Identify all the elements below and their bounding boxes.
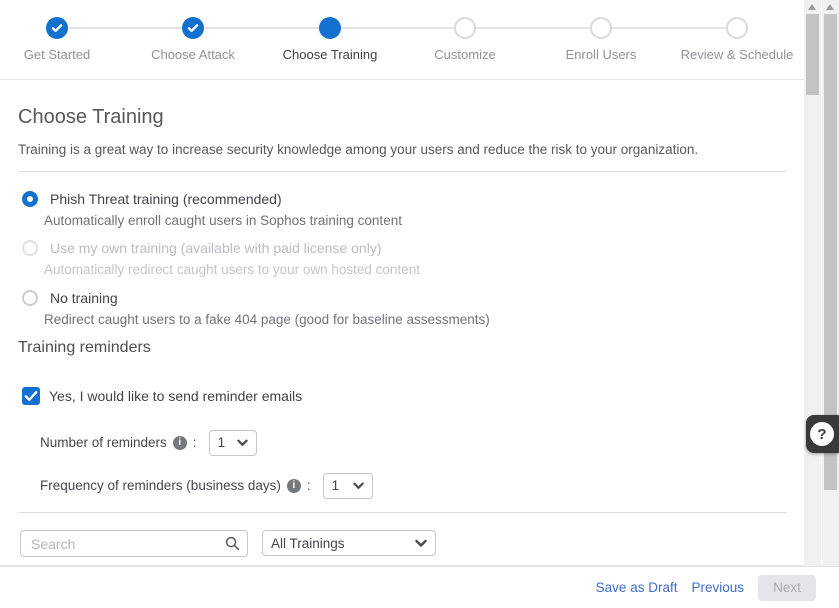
all-trainings-select[interactable]: All Trainings bbox=[262, 530, 436, 556]
step-pending-dot-icon bbox=[726, 17, 748, 39]
phish-threat-wizard: Get Started Choose Attack Choose Trainin… bbox=[0, 0, 839, 608]
help-button[interactable]: ? bbox=[806, 415, 839, 453]
scroll-up-arrow-icon[interactable] bbox=[808, 4, 816, 10]
frequency-of-reminders-label: Frequency of reminders (business days) bbox=[40, 478, 281, 493]
step-label: Customize bbox=[400, 47, 530, 62]
info-icon[interactable]: i bbox=[173, 436, 187, 450]
option-own-training: Use my own training (available with paid… bbox=[22, 239, 382, 257]
colon-text: : bbox=[193, 435, 197, 450]
select-value: 1 bbox=[218, 435, 226, 450]
step-complete-check-icon bbox=[46, 17, 68, 39]
wizard-stepper: Get Started Choose Attack Choose Trainin… bbox=[0, 0, 804, 80]
page-title: Choose Training bbox=[18, 106, 164, 129]
checkbox-label: Yes, I would like to send reminder email… bbox=[49, 388, 302, 404]
number-of-reminders-label: Number of reminders bbox=[40, 435, 167, 450]
option-label: Phish Threat training (recommended) bbox=[50, 191, 282, 207]
inner-scrollbar-track[interactable] bbox=[804, 0, 821, 566]
divider bbox=[18, 512, 787, 513]
search-input[interactable] bbox=[20, 530, 248, 557]
checkbox-checked-icon[interactable] bbox=[22, 387, 40, 405]
step-label: Choose Attack bbox=[128, 47, 258, 62]
select-value: 1 bbox=[332, 478, 340, 493]
stepper-step-choose-attack[interactable]: Choose Attack bbox=[128, 17, 258, 62]
step-label: Choose Training bbox=[265, 47, 395, 62]
step-label: Enroll Users bbox=[536, 47, 666, 62]
divider bbox=[18, 171, 787, 172]
radio-disabled-icon bbox=[22, 240, 38, 256]
step-active-dot-icon bbox=[319, 17, 341, 39]
option-sublabel: Automatically enroll caught users in Sop… bbox=[44, 213, 402, 228]
wizard-footer: Save as Draft Previous Next bbox=[0, 567, 839, 608]
option-label: No training bbox=[50, 290, 118, 306]
chevron-down-icon bbox=[415, 539, 427, 548]
colon-text: : bbox=[307, 478, 311, 493]
stepper-step-customize[interactable]: Customize bbox=[400, 17, 530, 62]
frequency-of-reminders-select[interactable]: 1 bbox=[323, 473, 373, 499]
stepper-step-enroll-users[interactable]: Enroll Users bbox=[536, 17, 666, 62]
option-sublabel: Redirect caught users to a fake 404 page… bbox=[44, 312, 490, 327]
section-title-training-reminders: Training reminders bbox=[18, 339, 151, 357]
stepper-step-get-started[interactable]: Get Started bbox=[0, 17, 122, 62]
outer-scrollbar-track[interactable] bbox=[822, 0, 839, 566]
question-mark-icon: ? bbox=[810, 422, 834, 446]
number-of-reminders-select[interactable]: 1 bbox=[209, 430, 257, 456]
info-icon[interactable]: i bbox=[287, 479, 301, 493]
radio-unselected-icon[interactable] bbox=[22, 290, 38, 306]
stepper-step-review-schedule[interactable]: Review & Schedule bbox=[672, 17, 802, 62]
step-label: Review & Schedule bbox=[672, 47, 802, 62]
select-value: All Trainings bbox=[271, 536, 345, 551]
reminder-emails-option[interactable]: Yes, I would like to send reminder email… bbox=[22, 387, 302, 405]
scroll-up-arrow-icon[interactable] bbox=[826, 4, 834, 10]
chevron-down-icon bbox=[353, 482, 364, 490]
inner-scrollbar-thumb[interactable] bbox=[806, 14, 819, 95]
next-button: Next bbox=[758, 575, 816, 601]
option-sublabel: Automatically redirect caught users to y… bbox=[44, 262, 420, 277]
option-label: Use my own training (available with paid… bbox=[50, 240, 382, 256]
page-description: Training is a great way to increase secu… bbox=[18, 142, 698, 157]
save-as-draft-link[interactable]: Save as Draft bbox=[596, 580, 678, 595]
stepper-step-choose-training[interactable]: Choose Training bbox=[265, 17, 395, 62]
step-label: Get Started bbox=[0, 47, 122, 62]
training-search bbox=[20, 530, 248, 557]
option-phish-threat-training[interactable]: Phish Threat training (recommended) bbox=[22, 190, 282, 208]
search-icon[interactable] bbox=[225, 536, 240, 551]
chevron-down-icon bbox=[237, 439, 248, 447]
previous-link[interactable]: Previous bbox=[691, 580, 744, 595]
frequency-of-reminders-row: Frequency of reminders (business days) i… bbox=[40, 472, 373, 499]
step-pending-dot-icon bbox=[590, 17, 612, 39]
step-pending-dot-icon bbox=[454, 17, 476, 39]
step-complete-check-icon bbox=[182, 17, 204, 39]
option-no-training[interactable]: No training bbox=[22, 289, 118, 307]
radio-selected-icon[interactable] bbox=[22, 191, 38, 207]
number-of-reminders-row: Number of reminders i : 1 bbox=[40, 429, 257, 456]
